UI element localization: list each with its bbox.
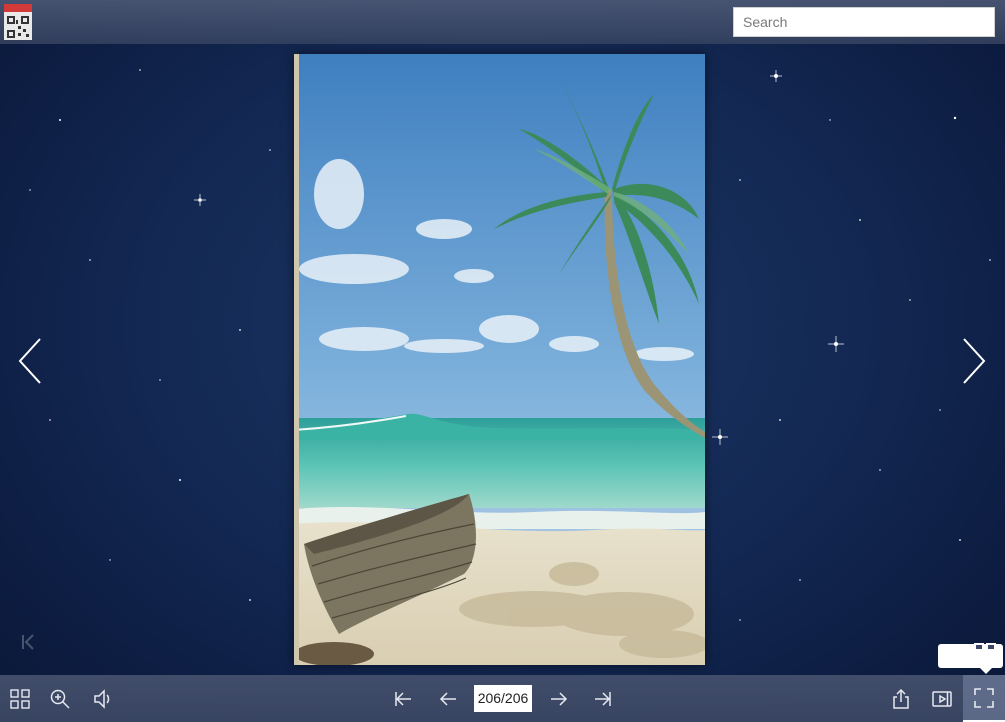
first-page-hint-icon[interactable] — [20, 633, 36, 651]
first-page-icon — [395, 691, 411, 706]
thumbnails-button[interactable] — [0, 675, 40, 722]
share-button[interactable] — [881, 675, 921, 722]
top-bar — [0, 0, 1005, 44]
last-page-button[interactable] — [583, 675, 623, 722]
next-page-arrow[interactable] — [960, 336, 988, 386]
fullscreen-button[interactable] — [963, 675, 1005, 722]
chevron-left-icon — [18, 338, 41, 384]
sound-icon — [94, 688, 110, 709]
page-indicator[interactable]: 206/206 — [474, 685, 532, 712]
autoplay-icon — [932, 690, 952, 707]
beach-illustration — [294, 54, 705, 665]
fullscreen-icon — [974, 687, 994, 708]
zoom-in-button[interactable] — [40, 675, 80, 722]
share-icon — [893, 688, 909, 709]
sound-button[interactable] — [82, 675, 122, 722]
first-page-button[interactable] — [383, 675, 423, 722]
previous-page-arrow[interactable] — [16, 336, 44, 386]
previous-page-button[interactable] — [428, 675, 468, 722]
next-page-button[interactable] — [539, 675, 579, 722]
previous-page-icon — [439, 691, 456, 706]
last-page-icon — [595, 691, 611, 706]
search-input[interactable] — [733, 7, 995, 37]
next-page-icon — [551, 691, 568, 706]
bottom-toolbar: 206/206 — [0, 675, 1005, 722]
thumbnails-icon — [10, 688, 30, 709]
chevron-right-icon — [963, 338, 986, 384]
tooltip-grid-icon — [974, 638, 996, 651]
zoom-in-icon — [50, 689, 70, 709]
book-page[interactable] — [294, 54, 705, 665]
autoplay-button[interactable] — [922, 675, 962, 722]
qr-code-icon[interactable] — [4, 4, 32, 40]
